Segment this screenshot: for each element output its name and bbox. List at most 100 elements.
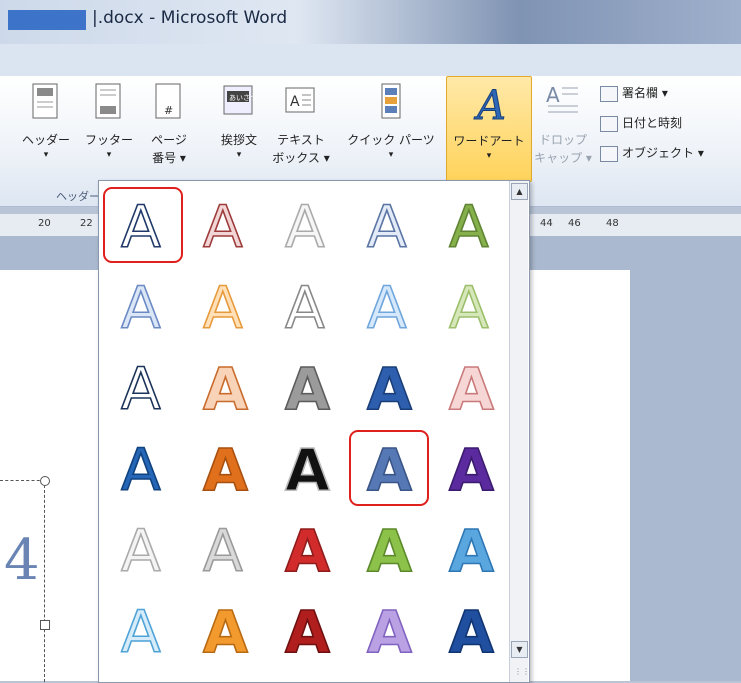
footer-label: フッター	[84, 133, 133, 147]
svg-text:A: A	[285, 193, 325, 257]
page-number-label1: ページ	[151, 133, 187, 147]
footer-button[interactable]: フッター ▾	[82, 76, 136, 186]
svg-text:A: A	[285, 517, 330, 581]
wordart-style-14[interactable]: A	[351, 351, 427, 423]
quick-parts-button[interactable]: クイック パーツ ▾	[338, 76, 444, 186]
footer-dropdown-arrow: ▾	[106, 150, 112, 160]
resize-handle[interactable]	[40, 476, 50, 486]
wordart-letter-a-icon: A	[448, 193, 490, 257]
svg-text:A: A	[449, 355, 494, 419]
wordart-style-29[interactable]: A	[351, 594, 427, 666]
object-label: オブジェクト	[622, 146, 695, 160]
wordart-style-12[interactable]: A	[187, 351, 263, 423]
scroll-up-button[interactable]: ▲	[511, 183, 528, 200]
quick-parts-icon	[381, 83, 401, 119]
wordart-style-4[interactable]: A	[351, 189, 427, 261]
wordart-style-22[interactable]: A	[187, 513, 263, 585]
wordart-style-9[interactable]: A	[351, 270, 427, 342]
wordart-style-23[interactable]: A	[269, 513, 345, 585]
scroll-down-button[interactable]: ▼	[511, 641, 528, 658]
wordart-style-6[interactable]: A	[105, 270, 181, 342]
wordart-letter-a-icon: A	[284, 355, 331, 419]
svg-text:A: A	[203, 436, 248, 500]
wordart-letter-a-icon: A	[120, 274, 162, 338]
wordart-style-8[interactable]: A	[269, 270, 345, 342]
resize-grip-icon[interactable]: ⋮⋮	[514, 667, 530, 676]
wordart-style-25[interactable]: A	[433, 513, 509, 585]
calendar-icon	[600, 115, 618, 132]
wordart-dropdown-arrow: ▾	[486, 151, 492, 161]
wordart-letter-a-icon: A	[120, 436, 162, 500]
wordart-style-11[interactable]: A	[105, 351, 181, 423]
dropcap-icon: A	[546, 83, 578, 113]
title-app: Microsoft Word	[160, 8, 288, 28]
title-filename-highlight	[8, 10, 86, 30]
ruler-tick: 20	[38, 218, 51, 229]
wordart-letter-a-icon: A	[366, 274, 408, 338]
wordart-letter-a-icon: A	[202, 355, 249, 419]
wordart-button[interactable]: A ワードアート ▾	[446, 76, 532, 182]
wordart-letter-a-icon: A	[202, 517, 244, 581]
footer-icon	[95, 83, 121, 119]
wordart-style-19[interactable]: A	[349, 430, 429, 506]
gallery-scrollbar[interactable]: ▲ ▼ ⋮⋮	[509, 181, 530, 682]
wordart-style-7[interactable]: A	[187, 270, 263, 342]
wordart-style-1[interactable]: A	[103, 187, 183, 263]
signature-label: 署名欄	[622, 86, 659, 100]
textbox-label2-wrap: ボックス ▾	[272, 151, 330, 165]
wordart-style-20[interactable]: A	[433, 432, 509, 504]
wordart-letter-a-icon: A	[202, 193, 244, 257]
greeting-icon: あいさつ	[223, 85, 256, 115]
header-button[interactable]: ヘッダー ▾	[18, 76, 74, 186]
wordart-letter-a-icon: A	[366, 517, 413, 581]
wordart-style-21[interactable]: A	[105, 513, 181, 585]
svg-text:A: A	[367, 598, 412, 662]
dropcap-button[interactable]: A ドロップ キャップ ▾	[532, 76, 594, 186]
wordart-style-10[interactable]: A	[433, 270, 509, 342]
svg-text:A: A	[285, 598, 330, 662]
page-number-button[interactable]: # ページ 番号 ▾	[142, 76, 196, 186]
svg-text:A: A	[546, 83, 560, 107]
wordart-style-24[interactable]: A	[351, 513, 427, 585]
svg-text:A: A	[449, 517, 494, 581]
svg-text:A: A	[121, 274, 161, 338]
wordart-style-27[interactable]: A	[187, 594, 263, 666]
document-wordart-text[interactable]: 4	[4, 528, 40, 593]
wordart-style-26[interactable]: A	[105, 594, 181, 666]
wordart-style-17[interactable]: A	[187, 432, 263, 504]
wordart-letter-a-icon: A	[284, 598, 331, 662]
wordart-label: ワードアート	[453, 134, 525, 148]
wordart-letter-a-icon: A	[366, 598, 413, 662]
wordart-letter-a-icon: A	[448, 436, 495, 500]
wordart-letter-a-icon: A	[202, 436, 249, 500]
greeting-button[interactable]: あいさつ 挨拶文 ▾	[210, 76, 268, 186]
wordart-style-30[interactable]: A	[433, 594, 509, 666]
svg-text:A: A	[367, 193, 407, 257]
wordart-style-28[interactable]: A	[269, 594, 345, 666]
wordart-style-3[interactable]: A	[269, 189, 345, 261]
wordart-style-5[interactable]: A	[433, 189, 509, 261]
wordart-icon: A	[473, 83, 507, 125]
wordart-gallery: AAAAAAAAAAAAAAAAAAAAAAAAAAAAAA ▲ ▼ ⋮⋮	[98, 180, 530, 683]
wordart-style-2[interactable]: A	[187, 189, 263, 261]
datetime-label: 日付と時刻	[622, 116, 683, 130]
datetime-button[interactable]: 日付と時刻	[600, 112, 682, 134]
resize-handle[interactable]	[40, 620, 50, 630]
textbox-label2: ボックス	[272, 151, 320, 165]
ruler-tick: 48	[606, 218, 619, 229]
wordart-letter-a-icon: A	[120, 355, 162, 419]
group-label-header-footer: ヘッダー	[56, 190, 100, 203]
wordart-style-15[interactable]: A	[433, 351, 509, 423]
wordart-style-18[interactable]: A	[269, 432, 345, 504]
signature-line-button[interactable]: 署名欄 ▾	[600, 82, 668, 104]
svg-text:A: A	[203, 193, 243, 257]
header-label: ヘッダー	[21, 133, 70, 147]
wordart-style-13[interactable]: A	[269, 351, 345, 423]
svg-text:A: A	[367, 355, 412, 419]
ruler-tick: 44	[540, 218, 553, 229]
wordart-letter-a-icon: A	[448, 355, 495, 419]
object-button[interactable]: オブジェクト ▾	[600, 142, 704, 164]
wordart-style-16[interactable]: A	[105, 432, 181, 504]
textbox-button[interactable]: A テキスト ボックス ▾	[270, 76, 332, 186]
wordart-letter-a-icon: A	[448, 598, 495, 662]
